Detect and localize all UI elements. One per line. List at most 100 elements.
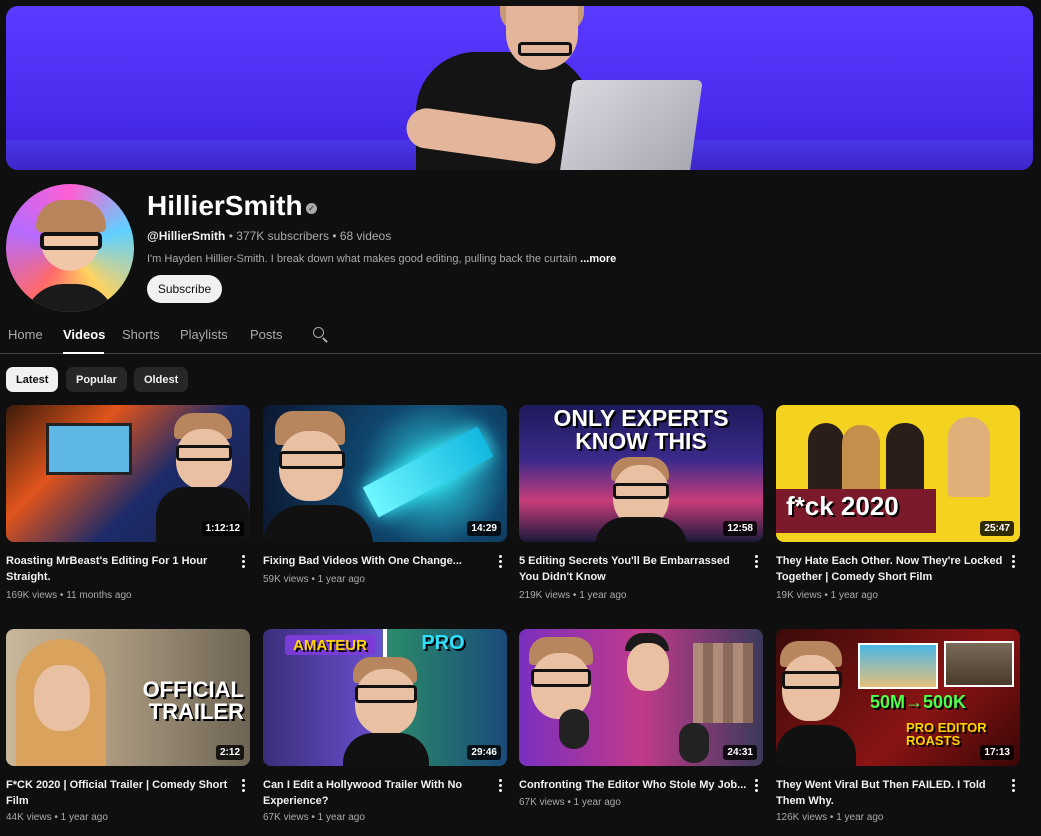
video-stats: 169K views • 11 months ago <box>6 590 132 601</box>
video-thumbnail[interactable]: 1:12:12 <box>6 405 250 542</box>
video-thumbnail[interactable]: AMATEUR PRO 29:46 <box>263 629 507 766</box>
video-thumbnail[interactable]: f*ck 2020 25:47 <box>776 405 1020 542</box>
video-thumbnail[interactable]: 14:29 <box>263 405 507 542</box>
video-duration: 2:12 <box>215 745 244 760</box>
video-title[interactable]: Can I Edit a Hollywood Trailer With No E… <box>263 777 491 809</box>
chip-popular[interactable]: Popular <box>66 367 127 392</box>
banner-glasses <box>518 42 572 56</box>
video-thumbnail[interactable]: 24:31 <box>519 629 763 766</box>
channel-description[interactable]: I'm Hayden Hillier-Smith. I break down w… <box>147 253 616 265</box>
chip-oldest[interactable]: Oldest <box>134 367 189 392</box>
view-count: 44K views <box>6 812 52 823</box>
video-stats: 219K views • 1 year ago <box>519 590 626 601</box>
upload-age: 11 months ago <box>66 590 132 601</box>
banner-laptop <box>559 80 703 170</box>
video-count: 68 videos <box>339 229 392 243</box>
more-options-icon[interactable] <box>753 779 759 793</box>
video-card[interactable]: f*ck 2020 25:47 They Hate Each Other. No… <box>776 405 1020 601</box>
more-options-icon[interactable] <box>1010 779 1016 793</box>
video-title[interactable]: Roasting MrBeast's Editing For 1 Hour St… <box>6 553 234 585</box>
video-duration: 14:29 <box>467 521 501 536</box>
video-card[interactable]: 14:29 Fixing Bad Videos With One Change.… <box>263 405 507 585</box>
more-options-icon[interactable] <box>240 555 246 569</box>
channel-banner <box>6 6 1033 170</box>
video-stats: 67K views • 1 year ago <box>263 812 365 823</box>
video-card[interactable]: 50M→500K PRO EDITOR ROASTS 17:13 They We… <box>776 629 1020 823</box>
meta-separator: • <box>51 812 61 823</box>
video-duration: 25:47 <box>980 521 1014 536</box>
tab-playlists[interactable]: Playlists <box>180 327 228 342</box>
more-options-icon[interactable] <box>497 555 503 569</box>
chip-latest[interactable]: Latest <box>6 367 59 392</box>
tab-posts[interactable]: Posts <box>250 327 283 342</box>
upload-age: 1 year ago <box>317 812 365 823</box>
meta-separator: • <box>564 797 574 808</box>
meta-separator: • <box>225 229 237 243</box>
video-title[interactable]: F*CK 2020 | Official Trailer | Comedy Sh… <box>6 777 234 809</box>
thumbnail-label-right: PRO <box>421 632 465 654</box>
meta-separator: • <box>308 812 318 823</box>
more-options-icon[interactable] <box>753 555 759 569</box>
video-thumbnail[interactable]: ONLY EXPERTS KNOW THIS 12:58 <box>519 405 763 542</box>
upload-age: 1 year ago <box>579 590 627 601</box>
channel-meta: @HillierSmith • 377K subscribers • 68 vi… <box>147 229 391 243</box>
meta-separator: • <box>570 590 580 601</box>
video-duration: 17:13 <box>980 745 1014 760</box>
view-count: 67K views <box>519 797 565 808</box>
thumbnail-headline: f*ck 2020 <box>786 491 899 521</box>
avatar-shirt <box>24 284 116 312</box>
view-count: 219K views <box>519 590 571 601</box>
channel-name: HillierSmith <box>147 190 303 221</box>
upload-age: 1 year ago <box>836 812 884 823</box>
view-count: 19K views <box>776 590 822 601</box>
video-duration: 24:31 <box>723 745 757 760</box>
view-count: 169K views <box>6 590 58 601</box>
more-options-icon[interactable] <box>497 779 503 793</box>
upload-age: 1 year ago <box>60 812 108 823</box>
video-title[interactable]: Fixing Bad Videos With One Change... <box>263 553 491 569</box>
channel-handle[interactable]: @HillierSmith <box>147 229 225 243</box>
upload-age: 1 year ago <box>317 574 365 585</box>
video-card[interactable]: 1:12:12 Roasting MrBeast's Editing For 1… <box>6 405 250 601</box>
tab-shorts[interactable]: Shorts <box>122 327 160 342</box>
description-text: I'm Hayden Hillier-Smith. I break down w… <box>147 253 578 265</box>
channel-tabs: Home Videos Shorts Playlists Posts <box>0 322 1041 354</box>
video-stats: 44K views • 1 year ago <box>6 812 108 823</box>
video-duration: 12:58 <box>723 521 757 536</box>
more-link[interactable]: ...more <box>580 253 616 265</box>
avatar-glasses <box>40 232 102 250</box>
video-title[interactable]: 5 Editing Secrets You'll Be Embarrassed … <box>519 553 747 585</box>
channel-avatar[interactable] <box>6 184 134 312</box>
upload-age: 1 year ago <box>573 797 621 808</box>
video-card[interactable]: OFFICIAL TRAILER 2:12 F*CK 2020 | Offici… <box>6 629 250 823</box>
thumbnail-headline: OFFICIAL TRAILER <box>142 677 244 724</box>
video-title[interactable]: They Hate Each Other. Now They're Locked… <box>776 553 1004 585</box>
search-icon[interactable] <box>312 326 328 343</box>
more-options-icon[interactable] <box>240 779 246 793</box>
meta-separator: • <box>57 590 67 601</box>
tab-videos[interactable]: Videos <box>63 327 105 342</box>
subscriber-count: 377K subscribers <box>236 229 329 243</box>
meta-separator: • <box>328 229 340 243</box>
video-title[interactable]: They Went Viral But Then FAILED. I Told … <box>776 777 1004 809</box>
video-card[interactable]: ONLY EXPERTS KNOW THIS 12:58 5 Editing S… <box>519 405 763 601</box>
video-card[interactable]: AMATEUR PRO 29:46 Can I Edit a Hollywood… <box>263 629 507 823</box>
more-options-icon[interactable] <box>1010 555 1016 569</box>
video-duration: 29:46 <box>467 745 501 760</box>
video-thumbnail[interactable]: 50M→500K PRO EDITOR ROASTS 17:13 <box>776 629 1020 766</box>
verified-icon: ✓ <box>306 203 317 214</box>
video-title[interactable]: Confronting The Editor Who Stole My Job.… <box>519 777 747 793</box>
video-card[interactable]: 24:31 Confronting The Editor Who Stole M… <box>519 629 763 808</box>
active-tab-indicator <box>63 352 104 354</box>
view-count: 59K views <box>263 574 309 585</box>
thumbnail-headline: ONLY EXPERTS KNOW THIS <box>553 405 729 454</box>
thumbnail-headline: 50M→500K <box>870 692 967 712</box>
video-stats: 59K views • 1 year ago <box>263 574 365 585</box>
video-stats: 126K views • 1 year ago <box>776 812 883 823</box>
video-stats: 19K views • 1 year ago <box>776 590 878 601</box>
video-thumbnail[interactable]: OFFICIAL TRAILER 2:12 <box>6 629 250 766</box>
meta-separator: • <box>827 812 837 823</box>
thumbnail-label-left: AMATEUR <box>293 637 367 654</box>
subscribe-button[interactable]: Subscribe <box>147 275 222 303</box>
tab-home[interactable]: Home <box>8 327 43 342</box>
